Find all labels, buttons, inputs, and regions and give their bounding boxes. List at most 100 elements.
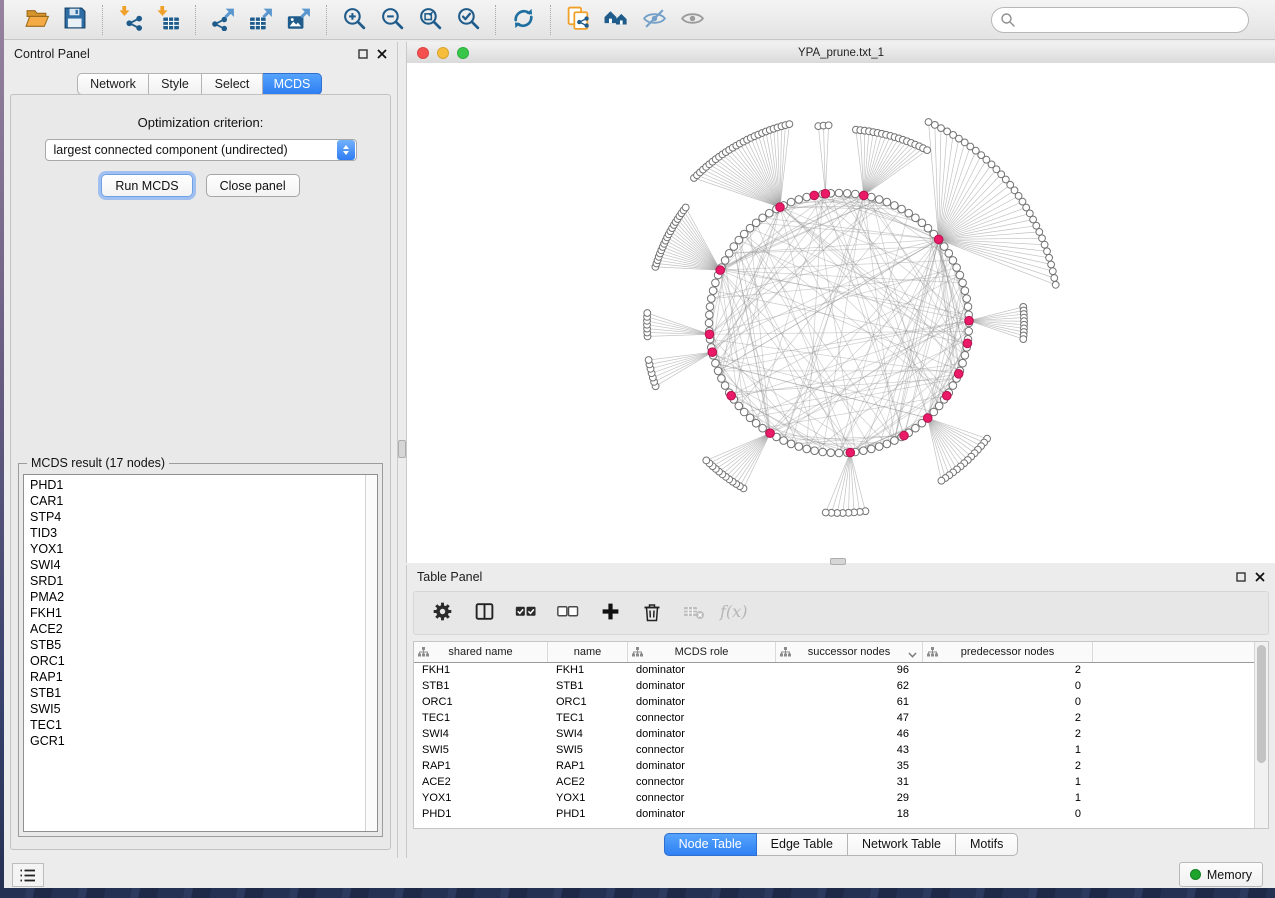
table-scrollbar-thumb[interactable] [1257, 645, 1266, 763]
import-table-from-file-button[interactable] [149, 5, 187, 35]
mcds-result-item[interactable]: STP4 [24, 509, 377, 525]
cell-predecessor-nodes: 1 [923, 742, 1093, 758]
horizontal-splitter-grip[interactable] [830, 558, 846, 565]
memory-button[interactable]: Memory [1179, 862, 1263, 887]
import-network-from-file-button[interactable] [111, 5, 149, 35]
tab-motifs[interactable]: Motifs [956, 833, 1018, 856]
mcds-result-item[interactable]: ORC1 [24, 653, 377, 669]
table-row[interactable]: FKH1FKH1dominator962 [414, 662, 1255, 678]
mcds-result-item[interactable]: STB1 [24, 685, 377, 701]
network-canvas[interactable] [407, 63, 1275, 563]
save-session-button[interactable] [56, 5, 94, 35]
delete-selected-button[interactable] [636, 597, 668, 629]
first-neighbors-button[interactable] [597, 5, 635, 35]
mcds-result-item[interactable]: YOX1 [24, 541, 377, 557]
table-row[interactable]: PHD1PHD1dominator180 [414, 806, 1255, 822]
export-image-button[interactable] [280, 5, 318, 35]
mcds-result-item[interactable]: SWI4 [24, 557, 377, 573]
mcds-result-item[interactable]: SWI5 [24, 701, 377, 717]
column-header-predecessor-nodes[interactable]: predecessor nodes [923, 642, 1093, 662]
mcds-result-item[interactable]: PHD1 [24, 477, 377, 493]
close-panel-icon-button[interactable] [377, 49, 387, 59]
table-row[interactable]: SWI4SWI4dominator462 [414, 726, 1255, 742]
table-row[interactable]: RAP1RAP1dominator352 [414, 758, 1255, 774]
table-panel: Table Panel f(x) shared namenameMCDS rol… [406, 565, 1275, 858]
close-panel-button[interactable]: Close panel [206, 174, 300, 197]
column-header-MCDS-role[interactable]: MCDS role [628, 642, 776, 662]
close-table-panel-button[interactable] [1255, 572, 1265, 582]
table-row[interactable]: ORC1ORC1dominator610 [414, 694, 1255, 710]
vertical-splitter-grip[interactable] [398, 440, 406, 458]
criterion-dropdown[interactable]: largest connected component (undirected) [45, 139, 357, 161]
table-scrollbar[interactable] [1254, 642, 1268, 828]
task-history-button[interactable] [12, 863, 44, 887]
select-all-rows-button[interactable] [510, 597, 542, 629]
column-header-successor-nodes[interactable]: successor nodes [776, 642, 923, 662]
column-header-shared-name[interactable]: shared name [414, 642, 548, 662]
apply-preferred-layout-button[interactable] [504, 5, 542, 35]
zoom-fit-content-button[interactable] [411, 5, 449, 35]
mcds-result-scrollbar[interactable] [365, 475, 377, 831]
deselect-all-rows-button[interactable] [552, 597, 584, 629]
table-row[interactable]: TEC1TEC1connector472 [414, 710, 1255, 726]
column-header-name[interactable]: name [548, 642, 628, 662]
zoom-in-button[interactable] [335, 5, 373, 35]
mcds-result-item[interactable]: ACE2 [24, 621, 377, 637]
apply-preferred-layout-icon [511, 6, 536, 34]
clone-network-button[interactable] [559, 5, 597, 35]
table-row[interactable]: ACE2ACE2connector311 [414, 774, 1255, 790]
clone-network-icon [566, 6, 591, 34]
mcds-result-item[interactable]: STB5 [24, 637, 377, 653]
table-row[interactable]: STB1STB1dominator620 [414, 678, 1255, 694]
cell-MCDS-role: connector [628, 774, 776, 790]
mcds-result-item[interactable]: PMA2 [24, 589, 377, 605]
hide-selected-button[interactable] [635, 5, 673, 35]
create-new-column-button[interactable] [594, 597, 626, 629]
tab-node-table[interactable]: Node Table [664, 833, 757, 856]
table-row[interactable]: YOX1YOX1connector291 [414, 790, 1255, 806]
show-all-button[interactable] [673, 5, 711, 35]
tab-network[interactable]: Network [77, 73, 149, 95]
zoom-out-button[interactable] [373, 5, 411, 35]
mcds-result-item[interactable]: TEC1 [24, 717, 377, 733]
mcds-result-item[interactable]: SRD1 [24, 573, 377, 589]
search-input[interactable] [1020, 9, 1248, 31]
import-network-from-file-icon [118, 6, 143, 34]
mcds-result-item[interactable]: TID3 [24, 525, 377, 541]
tab-mcds[interactable]: MCDS [263, 73, 322, 95]
tab-select[interactable]: Select [202, 73, 263, 95]
zoom-selected-region-icon [456, 6, 481, 34]
toolbar-group [102, 5, 195, 35]
mcds-result-item[interactable]: CAR1 [24, 493, 377, 509]
mcds-result-item[interactable]: RAP1 [24, 669, 377, 685]
cell-shared-name: ACE2 [414, 774, 548, 790]
mcds-result-item[interactable]: FKH1 [24, 605, 377, 621]
search-box[interactable] [991, 7, 1249, 33]
cell-shared-name: YOX1 [414, 790, 548, 806]
mcds-result-item[interactable]: GCR1 [24, 733, 377, 749]
export-network-button[interactable] [204, 5, 242, 35]
table-options-gear-icon [432, 601, 453, 625]
export-table-button[interactable] [242, 5, 280, 35]
tab-edge-table[interactable]: Edge Table [757, 833, 848, 856]
mcds-tab-content: Optimization criterion: largest connecte… [10, 94, 391, 850]
zoom-selected-region-button[interactable] [449, 5, 487, 35]
table-options-gear-button[interactable] [426, 597, 458, 629]
deselect-all-rows-icon [557, 601, 579, 625]
run-mcds-button[interactable]: Run MCDS [101, 174, 192, 197]
cell-shared-name: SWI4 [414, 726, 548, 742]
table-bottom-tabs: Node TableEdge TableNetwork TableMotifs [407, 833, 1275, 855]
toolbar-group [495, 5, 550, 35]
cell-shared-name: STB1 [414, 678, 548, 694]
show-columns-button[interactable] [468, 597, 500, 629]
tab-network-table[interactable]: Network Table [848, 833, 956, 856]
float-table-panel-button[interactable] [1236, 572, 1246, 582]
mcds-result-list: PHD1CAR1STP4TID3YOX1SWI4SRD1PMA2FKH1ACE2… [23, 474, 378, 832]
tab-style[interactable]: Style [149, 73, 202, 95]
float-panel-button[interactable] [358, 49, 368, 59]
table-row[interactable]: SWI5SWI5connector431 [414, 742, 1255, 758]
network-window-titlebar[interactable]: YPA_prune.txt_1 [407, 42, 1275, 64]
cell-successor-nodes: 96 [776, 662, 923, 678]
open-session-button[interactable] [18, 5, 56, 35]
cell-name: SWI5 [548, 742, 628, 758]
